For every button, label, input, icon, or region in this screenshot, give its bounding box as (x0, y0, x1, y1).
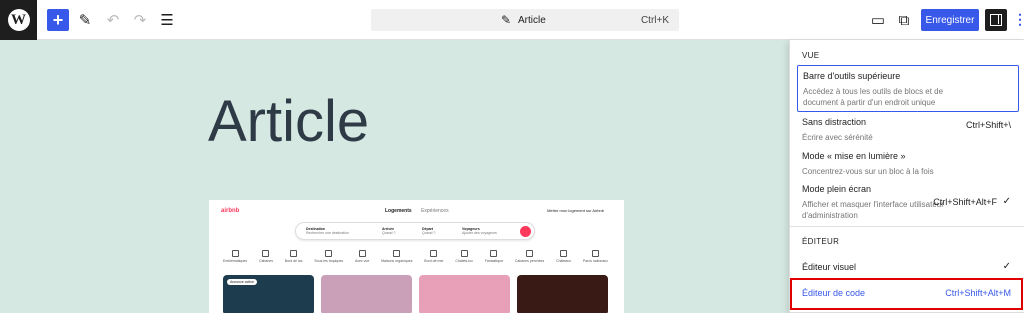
check-icon: ✓ (1002, 261, 1011, 272)
search-segment: Départ Quand ? (422, 227, 436, 235)
menu-item-label: Mode « mise en lumière » (802, 151, 906, 161)
menu-item-label: Barre d'outils supérieure (803, 71, 901, 81)
add-block-button[interactable]: + (47, 9, 69, 31)
wordpress-icon: W (7, 9, 30, 31)
top-toolbar: W + ✎ ↶ ↷ ☰ ✎ Article Ctrl+K ▭ ⧉ Enregis… (0, 0, 1024, 40)
airbnb-categories: Emblématiques Cabanes Bord de lac Sous l… (223, 250, 608, 264)
document-title: Article (518, 15, 546, 26)
options-dropdown: VUE Barre d'outils supérieure Accédez à … (789, 40, 1024, 313)
category-item: Châteaux (556, 250, 571, 264)
airbnb-logo: airbnb (221, 208, 240, 214)
search-icon (520, 226, 531, 237)
search-segment: Destination Rechercher une destination (306, 227, 349, 235)
category-item: Maisons organiques (381, 250, 412, 264)
preview-icon[interactable]: ▭ (867, 9, 889, 31)
highlight-box (790, 278, 1023, 310)
check-icon: ✓ (1002, 196, 1011, 207)
menu-item-fullscreen-mode[interactable]: Mode plein écran Afficher et masquer l'i… (797, 179, 1019, 224)
sidebar-icon (990, 14, 1002, 26)
settings-sidebar-toggle[interactable] (985, 9, 1007, 31)
category-item: Bord de lac (285, 250, 303, 264)
search-segment: Arrivée Quand ? (382, 227, 396, 235)
menu-item-distraction-free[interactable]: Sans distraction Écrire avec sérénité Ct… (797, 112, 1019, 145)
save-button[interactable]: Enregistrer (921, 9, 979, 31)
options-menu-icon[interactable]: ⋮ (1013, 9, 1024, 31)
command-shortcut: Ctrl+K (640, 15, 669, 26)
category-item: Cabanes (259, 250, 273, 264)
embedded-image[interactable]: airbnb Logements Expériences Mettre mon … (209, 200, 624, 313)
pen-icon: ✎ (501, 13, 512, 27)
category-item: Sous les tropiques (314, 250, 343, 264)
redo-icon[interactable]: ↷ (129, 9, 151, 31)
category-item: Parcs nationaux (583, 250, 608, 264)
document-overview-icon[interactable]: ☰ (156, 9, 178, 31)
menu-item-top-toolbar[interactable]: Barre d'outils supérieure Accédez à tous… (797, 65, 1019, 112)
category-item: Bord de mer (424, 250, 443, 264)
category-item: Avec vue (355, 250, 369, 264)
pencil-icon[interactable]: ✎ (74, 9, 96, 31)
tab-experiences: Expériences (421, 208, 449, 214)
menu-item-shortcut: Ctrl+Shift+Alt+F (933, 197, 997, 207)
editor-section-heading: ÉDITEUR (802, 237, 840, 246)
airbnb-search-bar: Destination Rechercher une destination Ar… (295, 222, 535, 240)
listing-badge: Annonce active (227, 279, 257, 285)
category-item: Emblématiques (223, 250, 247, 264)
airbnb-tabs: Logements Expériences (385, 208, 457, 214)
listing-card: Annonce active (223, 275, 314, 313)
menu-item-description: Concentrez-vous sur un bloc à la fois (802, 167, 934, 176)
listing-card (419, 275, 510, 313)
category-item: Chalets-lux (455, 250, 473, 264)
category-item: Fantastique (485, 250, 503, 264)
menu-item-description: Afficher et masquer l'interface utilisat… (802, 200, 944, 220)
wordpress-logo[interactable]: W (0, 0, 37, 40)
menu-item-label: Éditeur visuel (802, 262, 857, 272)
undo-icon[interactable]: ↶ (102, 9, 124, 31)
menu-item-spotlight-mode[interactable]: Mode « mise en lumière » Concentrez-vous… (797, 146, 1019, 179)
command-palette-button[interactable]: ✎ Article Ctrl+K (371, 9, 679, 31)
post-title[interactable]: Article (208, 88, 369, 155)
host-link: Mettre mon logement sur Airbnb (547, 208, 604, 213)
external-link-icon[interactable]: ⧉ (893, 9, 915, 31)
menu-item-label: Sans distraction (802, 117, 867, 127)
menu-item-shortcut: Ctrl+Shift+\ (965, 120, 1011, 130)
menu-divider (790, 226, 1024, 227)
menu-item-description: Écrire avec sérénité (802, 133, 873, 142)
listing-card (517, 275, 608, 313)
tab-logements: Logements (385, 208, 412, 214)
category-item: Cabanes perchées (515, 250, 544, 264)
listing-card (321, 275, 412, 313)
menu-item-description: Accédez à tous les outils de blocs et de… (803, 87, 944, 107)
search-segment: Voyageurs Ajouter des voyageurs (462, 227, 497, 235)
menu-item-label: Mode plein écran (802, 184, 872, 194)
airbnb-listing-cards: Annonce active (223, 275, 608, 313)
view-section-heading: VUE (802, 51, 820, 60)
